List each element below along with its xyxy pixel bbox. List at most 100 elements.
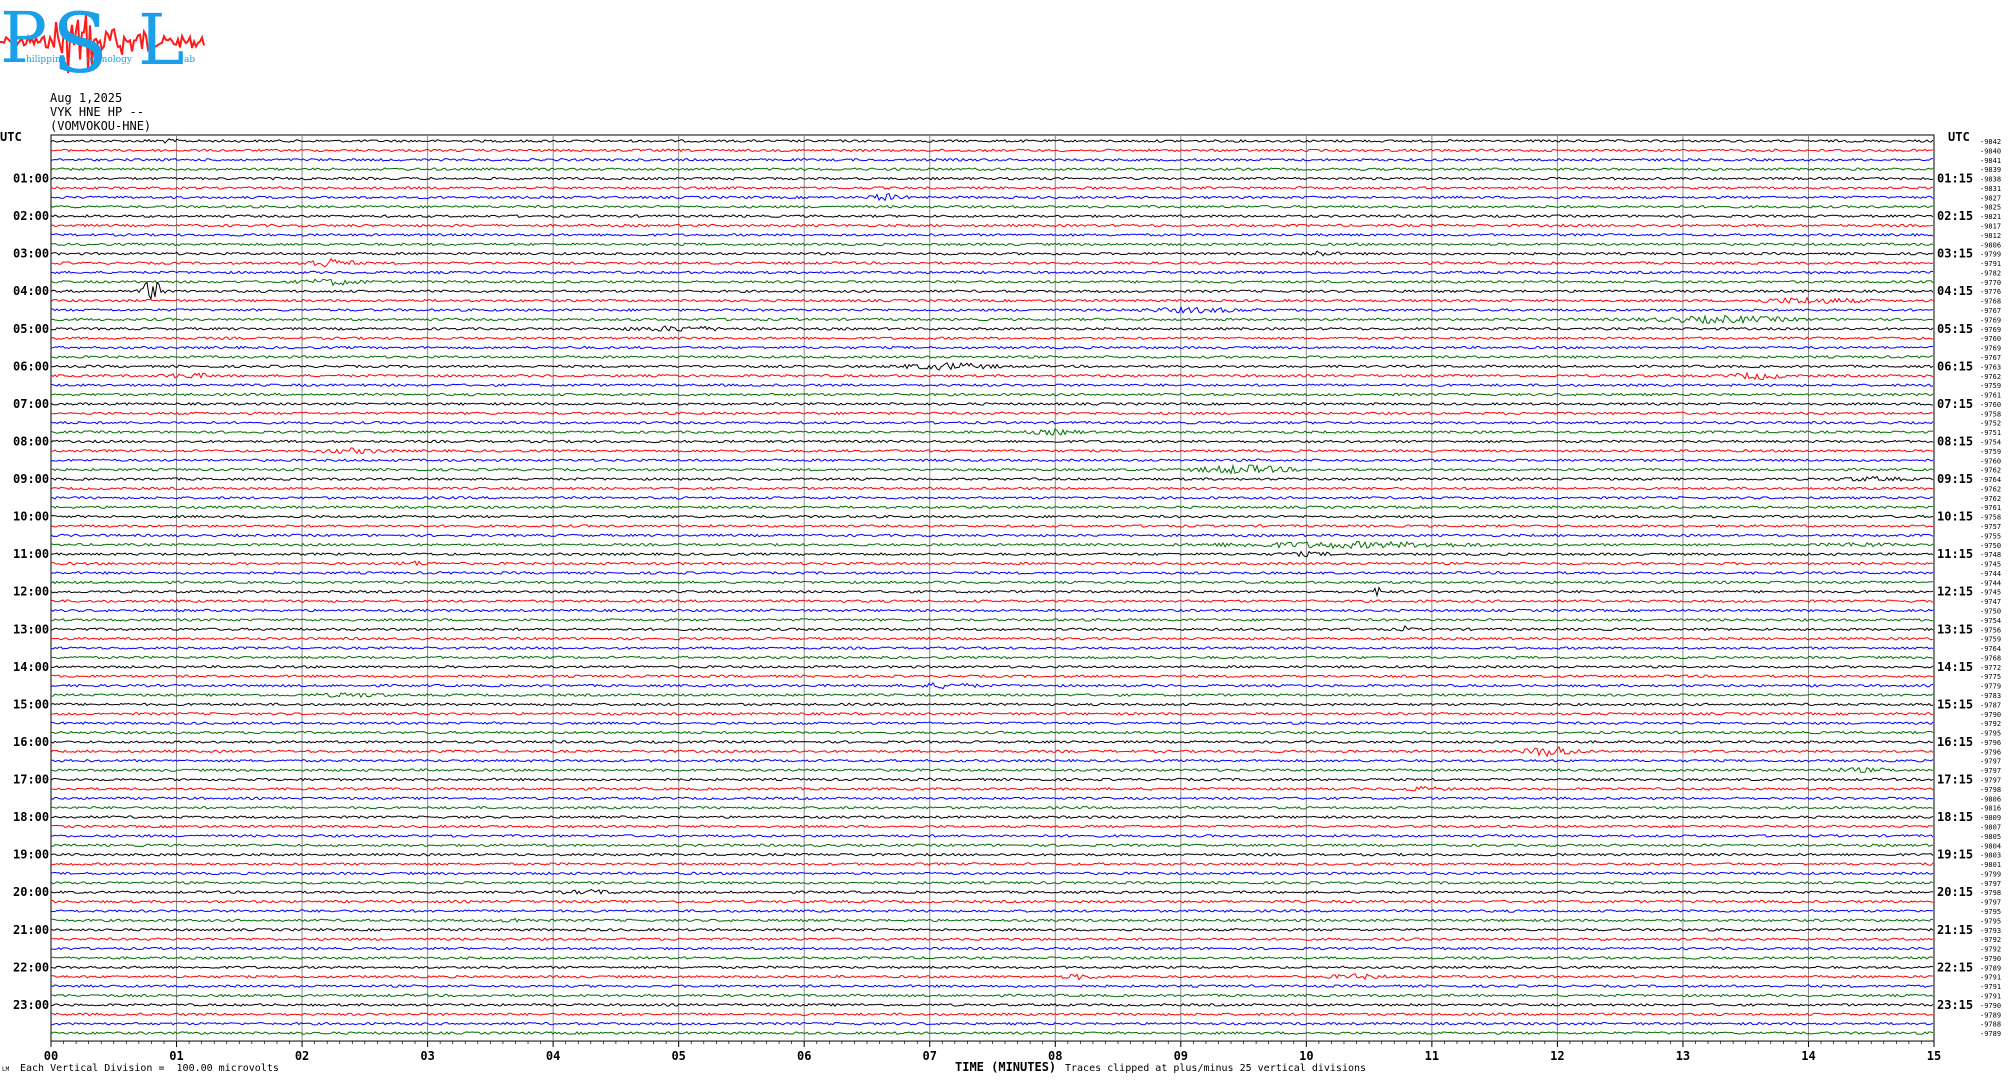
plot-frame bbox=[50, 134, 1935, 1042]
left-hour-label: 02:00 bbox=[13, 209, 49, 223]
trace-offset-label: -9803 bbox=[1980, 852, 2001, 860]
x-tick-label: 01 bbox=[169, 1049, 183, 1063]
left-hour-label: 15:00 bbox=[13, 697, 49, 711]
trace-offset-label: -9793 bbox=[1980, 927, 2001, 935]
trace-offset-label: -9839 bbox=[1980, 166, 2001, 174]
seismic-trace bbox=[50, 560, 1934, 567]
trace-offset-label: -9797 bbox=[1980, 767, 2001, 775]
seismic-trace bbox=[50, 721, 1934, 726]
seismic-trace bbox=[50, 214, 1934, 219]
left-hour-label: 20:00 bbox=[13, 885, 49, 899]
left-hour-label: 03:00 bbox=[13, 247, 49, 261]
seismic-trace bbox=[50, 1021, 1934, 1026]
right-hour-label: 14:15 bbox=[1937, 660, 1973, 674]
seismic-trace bbox=[50, 702, 1934, 707]
seismic-trace bbox=[50, 618, 1933, 622]
trace-offset-label: -9798 bbox=[1980, 786, 2001, 794]
x-tick-label: 05 bbox=[671, 1049, 685, 1063]
seismic-trace bbox=[51, 785, 1934, 792]
seismic-trace bbox=[50, 889, 1934, 895]
trace-offset-label: -9827 bbox=[1980, 194, 2001, 202]
seismic-trace bbox=[50, 242, 1934, 247]
seismic-trace bbox=[50, 880, 1934, 885]
trace-offset-label: -9767 bbox=[1980, 354, 2001, 362]
trace-offset-label: -9760 bbox=[1980, 457, 2001, 465]
seismic-trace bbox=[50, 608, 1934, 613]
trace-offset-label: -9838 bbox=[1980, 176, 2001, 184]
seismic-trace bbox=[50, 514, 1934, 519]
trace-offset-label: -9791 bbox=[1980, 992, 2001, 1000]
trace-offset-label: -9809 bbox=[1980, 814, 2001, 822]
right-hour-label: 07:15 bbox=[1937, 397, 1973, 411]
trace-offset-label: -9756 bbox=[1980, 626, 2001, 634]
trace-offset-label: -9752 bbox=[1980, 420, 2001, 428]
seismic-trace bbox=[50, 402, 1934, 406]
trace-offset-label: -9744 bbox=[1980, 570, 2001, 578]
left-hour-label: 22:00 bbox=[13, 960, 49, 974]
trace-offset-label: -9750 bbox=[1980, 542, 2001, 550]
x-tick-label: 13 bbox=[1676, 1049, 1690, 1063]
trace-offset-label: -9757 bbox=[1980, 523, 2001, 531]
trace-offset-label: -9796 bbox=[1980, 739, 2001, 747]
seismic-trace bbox=[50, 927, 1934, 932]
trace-offset-label: -9789 bbox=[1980, 1011, 2001, 1019]
seismic-trace bbox=[50, 176, 1934, 181]
seismic-trace bbox=[50, 458, 1934, 463]
trace-offset-label: -9748 bbox=[1980, 551, 2001, 559]
seismic-trace bbox=[50, 345, 1934, 350]
left-hour-label: 01:00 bbox=[13, 172, 49, 186]
trace-offset-label: -9761 bbox=[1980, 392, 2001, 400]
trace-offset-label: -9790 bbox=[1980, 955, 2001, 963]
x-tick-label: 12 bbox=[1550, 1049, 1564, 1063]
seismic-trace bbox=[50, 777, 1934, 782]
x-tick-label: 00 bbox=[44, 1049, 58, 1063]
trace-offset-label: -9755 bbox=[1980, 532, 2001, 540]
seismic-trace bbox=[50, 157, 1934, 162]
seismic-trace bbox=[50, 965, 1934, 970]
seismic-trace bbox=[50, 186, 1934, 190]
left-hour-label: 21:00 bbox=[13, 923, 49, 937]
seismic-trace bbox=[50, 361, 1934, 371]
trace-offset-label: -9791 bbox=[1980, 260, 2001, 268]
seismic-trace bbox=[50, 937, 1934, 942]
seismic-trace bbox=[50, 383, 1934, 388]
seismic-trace bbox=[50, 296, 1934, 305]
seismic-trace bbox=[50, 138, 1934, 144]
right-hour-label: 11:15 bbox=[1937, 547, 1973, 561]
seismic-trace bbox=[50, 815, 1934, 820]
seismic-trace bbox=[50, 463, 1934, 475]
trace-offset-label: -9821 bbox=[1980, 213, 2001, 221]
trace-offset-label: -9782 bbox=[1980, 269, 2001, 277]
trace-offset-label: -9762 bbox=[1980, 467, 2001, 475]
trace-offset-label: -9791 bbox=[1980, 983, 2001, 991]
trace-offset-label: -9750 bbox=[1980, 608, 2001, 616]
right-hour-label: 02:15 bbox=[1937, 209, 1973, 223]
x-tick-label: 04 bbox=[546, 1049, 560, 1063]
seismic-trace bbox=[50, 711, 1934, 716]
trace-offset-label: -9789 bbox=[1980, 1030, 2001, 1038]
x-tick-label: 02 bbox=[295, 1049, 309, 1063]
trace-offset-label: -9776 bbox=[1980, 288, 2001, 296]
seismic-trace bbox=[50, 447, 1934, 455]
seismic-trace bbox=[50, 984, 1934, 989]
trace-offset-label: -9799 bbox=[1980, 870, 2001, 878]
trace-offset-label: -9788 bbox=[1980, 1021, 2001, 1029]
seismic-trace bbox=[50, 692, 1934, 699]
trace-offset-label: -9758 bbox=[1980, 514, 2001, 522]
trace-offset-label: -9790 bbox=[1980, 1002, 2001, 1010]
seismic-trace bbox=[50, 392, 1934, 397]
left-hour-label: 23:00 bbox=[13, 998, 49, 1012]
seismic-trace bbox=[50, 682, 1934, 690]
left-hour-label: 09:00 bbox=[13, 472, 49, 486]
seismic-trace bbox=[50, 796, 1934, 801]
trace-offset-label: -9841 bbox=[1980, 157, 2001, 165]
seismic-trace bbox=[50, 486, 1934, 491]
seismic-trace bbox=[50, 325, 1934, 332]
right-hour-label: 03:15 bbox=[1937, 247, 1973, 261]
seismic-trace bbox=[50, 257, 1934, 268]
trace-offset-label: -9761 bbox=[1980, 504, 2001, 512]
trace-offset-label: -9795 bbox=[1980, 917, 2001, 925]
seismic-trace bbox=[50, 993, 1934, 998]
seismic-trace bbox=[50, 540, 1934, 550]
right-hour-label: 12:15 bbox=[1937, 585, 1973, 599]
